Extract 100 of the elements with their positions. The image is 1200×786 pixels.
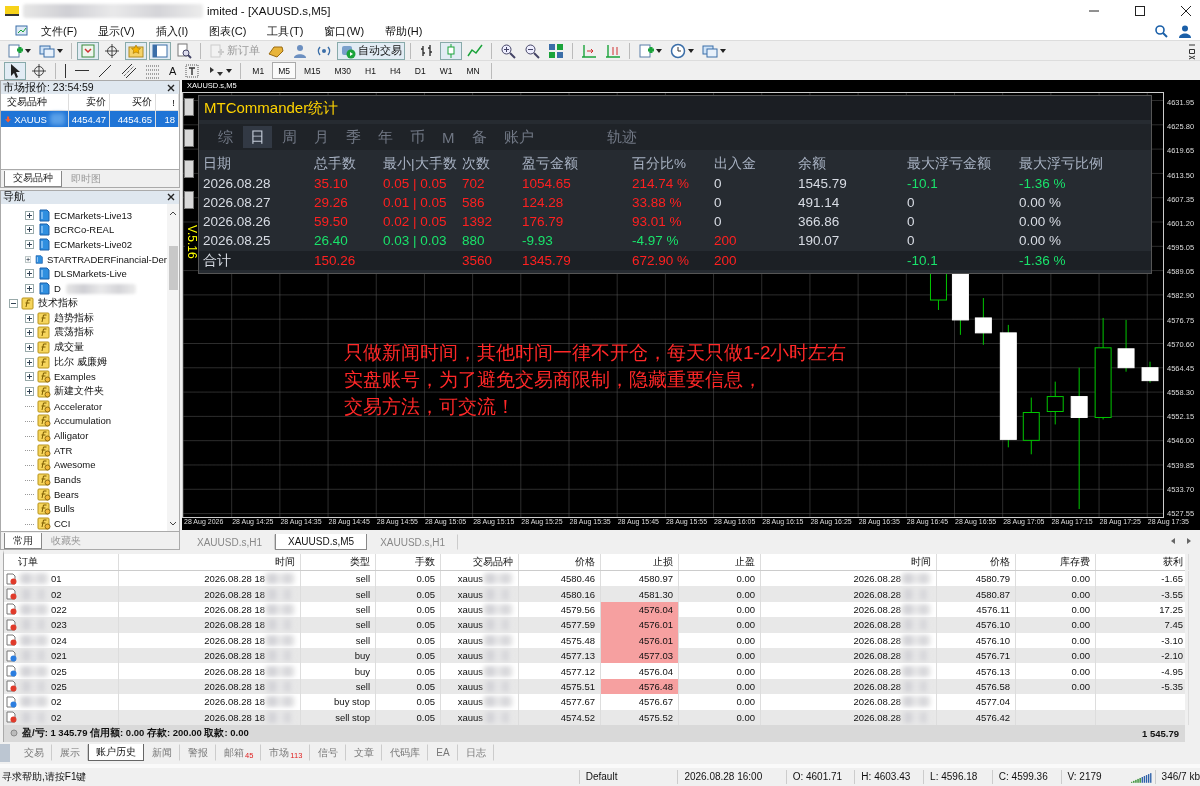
column-header[interactable]: 卖价 [69, 94, 110, 110]
menu-item[interactable]: 帮助(H) [373, 23, 432, 39]
column-header[interactable]: 交易品种 [441, 554, 519, 570]
column-header[interactable]: ! [156, 94, 179, 110]
expand-icon[interactable] [25, 269, 34, 279]
panel-toggle-button[interactable] [184, 129, 194, 147]
period-tab[interactable]: 季 [339, 126, 368, 148]
tree-item[interactable]: ECMarkets-Live13 [54, 209, 133, 221]
menu-item[interactable]: 插入(I) [143, 23, 198, 39]
panel-toggle-button[interactable] [184, 98, 194, 116]
column-header[interactable]: 时间 [761, 554, 937, 570]
terminal-tab[interactable]: EA [428, 744, 458, 761]
expand-icon[interactable] [25, 254, 32, 264]
menu-item[interactable]: 工具(T) [255, 23, 313, 39]
scroll-up-icon[interactable] [169, 209, 177, 216]
tree-item[interactable]: Accumulation [54, 415, 112, 427]
expand-icon[interactable] [25, 386, 34, 396]
period-tab[interactable]: 轨迹 [599, 126, 644, 148]
tree-item[interactable]: Examples [54, 371, 96, 383]
close-icon[interactable] [1180, 5, 1192, 17]
tree-item[interactable]: Bears [54, 488, 79, 500]
toolbar-button[interactable]: 自动交易 [337, 41, 405, 60]
expand-icon[interactable] [25, 372, 34, 382]
terminal-tab[interactable]: 日志 [457, 744, 494, 761]
tree-item[interactable]: 技术指标 [38, 296, 78, 310]
period-tab[interactable]: 日 [243, 126, 272, 148]
panel-tab[interactable]: 常用 [4, 533, 42, 549]
terminal-tab[interactable]: 新闻 [144, 744, 180, 761]
expand-icon[interactable] [25, 342, 34, 352]
timeframe-button[interactable]: H4 [383, 62, 407, 79]
tree-item[interactable]: Alligator [54, 430, 89, 442]
column-header[interactable]: 时间 [119, 554, 301, 570]
expand-icon[interactable] [25, 328, 34, 338]
timeframe-button[interactable]: D1 [408, 62, 432, 79]
tree-item[interactable]: DLSMarkets-Live [54, 268, 127, 280]
column-header[interactable]: 止盈 [679, 554, 761, 570]
period-tab[interactable]: 币 [403, 126, 432, 148]
menu-item[interactable]: 显示(V) [86, 23, 144, 39]
scroll-thumb[interactable] [168, 245, 178, 290]
period-tab[interactable]: 备 [464, 126, 494, 148]
column-header[interactable]: 价格 [519, 554, 601, 570]
tree-item[interactable]: ECMarkets-Live02 [54, 239, 133, 251]
column-header[interactable]: 买价 [110, 94, 156, 110]
terminal-tab[interactable]: 信号 [310, 744, 347, 761]
window-controls-icon[interactable] [1188, 41, 1196, 60]
tree-item[interactable]: 震荡指标 [54, 326, 94, 340]
period-tab[interactable]: 月 [307, 126, 336, 148]
close-icon[interactable] [167, 83, 175, 92]
timeframe-button[interactable]: W1 [433, 62, 459, 79]
menu-item[interactable]: 窗口(W) [312, 23, 374, 39]
column-header[interactable]: 手数 [376, 554, 441, 570]
menu-item[interactable]: 图表(C) [197, 23, 256, 39]
column-header[interactable]: 止损 [601, 554, 679, 570]
close-icon[interactable] [167, 193, 175, 202]
chart-tab[interactable]: XAUUSD.s,M5 [275, 534, 368, 550]
timeframe-button[interactable]: MN [460, 62, 486, 79]
tree-item[interactable]: 趋势指标 [54, 311, 94, 325]
terminal-tab[interactable]: 代码库 [382, 744, 429, 761]
terminal-tab[interactable]: 市场$_{113}$ [261, 744, 311, 761]
expand-icon[interactable] [25, 225, 34, 235]
expand-icon[interactable] [25, 210, 34, 220]
terminal-tab[interactable]: 文章 [346, 744, 383, 761]
search-icon[interactable] [1154, 24, 1168, 38]
column-header[interactable]: 订单 [4, 554, 119, 570]
maximize-icon[interactable] [1134, 5, 1146, 17]
column-header[interactable]: 获利 [1096, 554, 1189, 570]
column-header[interactable]: 类型 [301, 554, 376, 570]
tree-item[interactable]: CCI [54, 518, 71, 530]
expand-icon[interactable] [25, 240, 34, 250]
tree-item[interactable]: Awesome [54, 459, 96, 471]
chart-window-icon[interactable] [15, 24, 29, 38]
timeframe-button[interactable]: H1 [359, 62, 382, 79]
collapse-icon[interactable] [9, 298, 18, 308]
user-icon[interactable] [1178, 24, 1192, 38]
timeframe-button[interactable]: M30 [328, 62, 358, 79]
tree-item[interactable]: Accelerator [54, 400, 103, 412]
panel-handle[interactable] [0, 744, 10, 762]
terminal-tab[interactable]: 警报 [180, 744, 216, 761]
toolbar-button[interactable]: A [166, 61, 180, 80]
tree-item[interactable]: 新建文件夹 [54, 384, 104, 398]
scrollbar[interactable] [167, 203, 179, 531]
panel-toggle-button[interactable] [184, 191, 194, 209]
scroll-down-icon[interactable] [169, 521, 177, 527]
timeframe-button[interactable]: M15 [297, 62, 327, 79]
column-header[interactable]: 交易品种 [1, 94, 69, 110]
terminal-tab[interactable]: 交易 [16, 744, 52, 761]
panel-toggle-button[interactable] [184, 160, 194, 178]
tree-item[interactable]: STARTRADERFinancial-Der [47, 253, 167, 265]
tree-item[interactable]: D [54, 283, 61, 295]
terminal-tab[interactable]: 邮箱$_{45}$ [216, 744, 262, 761]
tree-item[interactable]: Bulls [54, 503, 75, 515]
timeframe-button[interactable]: M5 [272, 62, 296, 79]
tab-scroll-icon[interactable] [1170, 537, 1192, 545]
timeframe-button[interactable]: M1 [246, 62, 271, 79]
tree-item[interactable]: ATR [54, 444, 73, 456]
period-tab[interactable]: M [435, 126, 462, 148]
terminal-tab[interactable]: 账户历史 [88, 744, 144, 761]
period-tab[interactable]: 综 [211, 126, 240, 148]
expand-icon[interactable] [25, 284, 34, 294]
period-tab[interactable]: 账户 [496, 126, 541, 148]
